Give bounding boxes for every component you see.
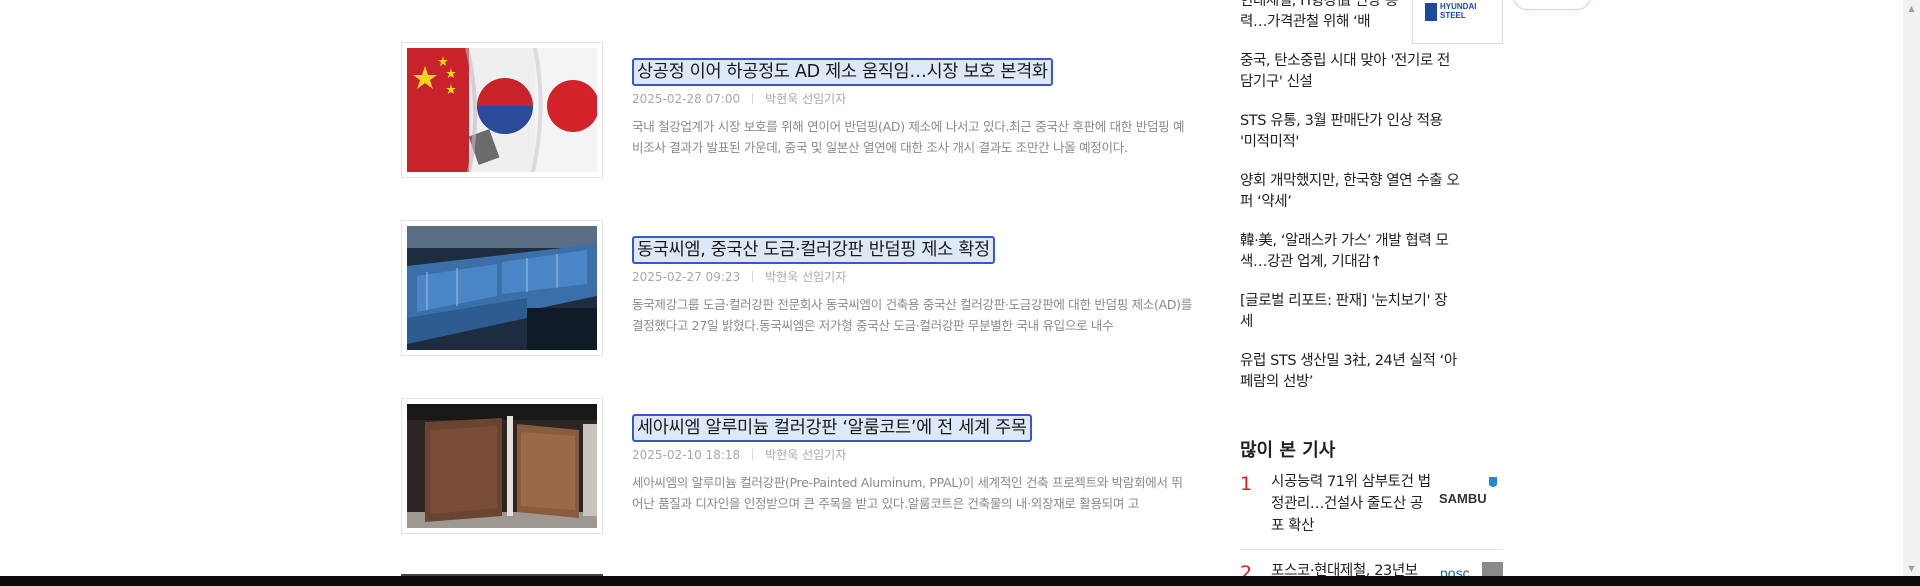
article-title[interactable]: 동국씨엠, 중국산 도금·컬러강판 반덤핑 제소 확정: [632, 236, 995, 264]
bottom-bar: [0, 576, 1920, 586]
article-title[interactable]: 세아씨엠 알루미늄 컬러강판 ‘알룸코트’에 전 세계 주목: [632, 414, 1032, 442]
article-summary[interactable]: 세아씨엠의 알루미늄 컬러강판(Pre-Painted Aluminum, PP…: [632, 472, 1192, 514]
article-list: 상공정 이어 하공정도 AD 제소 움직임…시장 보호 본격화 2025-02-…: [401, 0, 1591, 586]
sidebar-news-item[interactable]: 중국, 탄소중립 시대 맞아 '전기로 전담기구' 신설: [1240, 51, 1460, 93]
article-author: 박현욱 선임기자: [765, 448, 847, 462]
sambu-logo: SAMBU: [1437, 475, 1503, 509]
article-summary[interactable]: 국내 철강업계가 시장 보호를 위해 연이어 반덤핑(AD) 제소에 나서고 있…: [632, 116, 1192, 158]
most-read-title[interactable]: 시공능력 71위 삼부토건 법정관리…건설사 줄도산 공포 확산: [1271, 471, 1431, 537]
article-item: 상공정 이어 하공정도 AD 제소 움직임…시장 보호 본격화 2025-02-…: [401, 42, 1191, 178]
svg-text:STEEL: STEEL: [1440, 11, 1466, 20]
article-meta: 2025-02-10 18:18 박현욱 선임기자: [632, 446, 846, 463]
article-meta: 2025-02-28 07:00 박현욱 선임기자: [632, 90, 846, 107]
scroll-up-icon[interactable]: ▲: [1903, 0, 1920, 17]
most-read-heading: 많이 본 기사: [1240, 440, 1336, 461]
sidebar-news-item[interactable]: STS 유통, 3월 판매단가 인상 적용 '미적미적': [1240, 111, 1460, 153]
panel-display-image: [407, 404, 597, 528]
article-author: 박현욱 선임기자: [765, 270, 847, 284]
article-thumbnail[interactable]: [401, 220, 603, 356]
hyundai-steel-logo: HYUNDAI STEEL: [1413, 0, 1502, 43]
sidebar-news-item[interactable]: 현대제철, H형강值 인상 총력…가격관철 위해 ‘배: [1240, 0, 1410, 33]
meta-divider: [752, 271, 754, 282]
sidebar-news-item[interactable]: [글로벌 리포트: 판재] '눈치보기' 장세: [1240, 291, 1460, 333]
sidebar-news-item[interactable]: 유럽 STS 생산밀 3社, 24년 실적 ‘아페람의 선방’: [1240, 351, 1460, 393]
article-item: 세아씨엠 알루미늄 컬러강판 ‘알룸코트’에 전 세계 주목 2025-02-1…: [401, 398, 1191, 534]
sidebar-news-item[interactable]: 韓·美, ‘알래스카 가스’ 개발 협력 모색…강관 업계, 기대감↑: [1240, 231, 1460, 273]
sidebar: 현대제철, H형강值 인상 총력…가격관철 위해 ‘배 HYUNDAI STEE…: [1240, 0, 1505, 586]
scroll-down-icon[interactable]: ▼: [1903, 560, 1920, 577]
article-date: 2025-02-27 09:23: [632, 269, 741, 284]
meta-divider: [752, 93, 754, 104]
article-author: 박현욱 선임기자: [765, 92, 847, 106]
flags-image: [407, 48, 597, 172]
sidebar-news-thumbnail[interactable]: HYUNDAI STEEL: [1412, 0, 1503, 44]
rank-number: 1: [1240, 473, 1253, 495]
article-title[interactable]: 상공정 이어 하공정도 AD 제소 움직임…시장 보호 본격화: [632, 58, 1053, 86]
factory-aerial-image: [407, 226, 597, 350]
svg-text:HYUNDAI: HYUNDAI: [1440, 2, 1476, 11]
svg-text:SAMBU: SAMBU: [1439, 491, 1487, 506]
more-button[interactable]: [1513, 0, 1591, 10]
article-meta: 2025-02-27 09:23 박현욱 선임기자: [632, 268, 846, 285]
meta-divider: [752, 449, 754, 460]
divider: [1240, 549, 1503, 550]
sidebar-news-item[interactable]: 양회 개막했지만, 한국향 열연 수출 오퍼 ‘약세’: [1240, 171, 1460, 213]
article-date: 2025-02-10 18:18: [632, 447, 741, 462]
article-item: 동국씨엠, 중국산 도금·컬러강판 반덤핑 제소 확정 2025-02-27 0…: [401, 220, 1192, 356]
article-date: 2025-02-28 07:00: [632, 91, 741, 106]
article-thumbnail[interactable]: [401, 398, 603, 534]
vertical-scrollbar[interactable]: ▲ ▼: [1903, 0, 1920, 586]
article-thumbnail[interactable]: [401, 42, 603, 178]
article-summary[interactable]: 동국제강그룹 도금·컬러강판 전문회사 동국씨엠이 건축용 중국산 컬러강판·도…: [632, 294, 1192, 336]
